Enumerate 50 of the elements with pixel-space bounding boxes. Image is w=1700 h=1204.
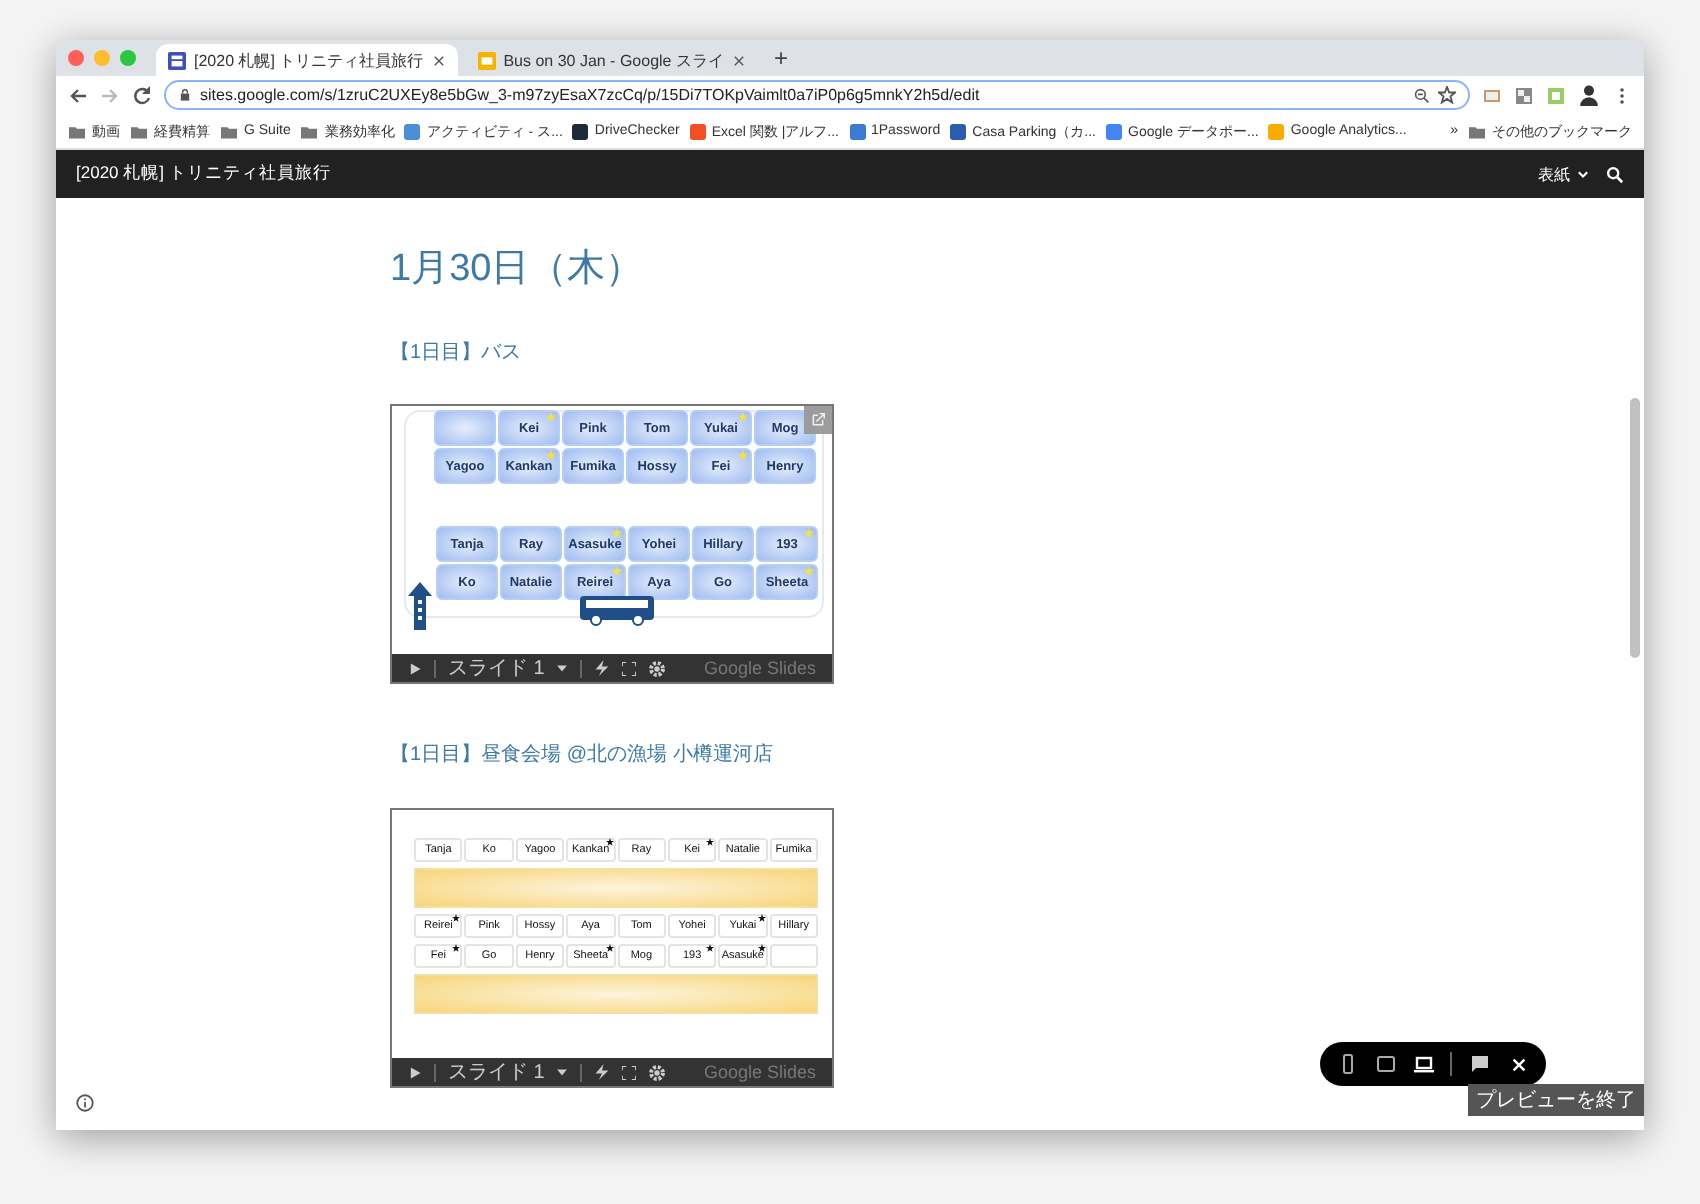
page-title: 1月30日（木） (390, 246, 646, 294)
caret-icon[interactable] (1576, 167, 1590, 181)
address-bar[interactable]: sites.google.com/s/1zruC2UXEy8e5bGw_3-m97zyEsaX7zcCq/p/15Di7TOKpVaimlt0a7iP0p6g5mnkY2h5d/edit (164, 80, 1470, 110)
settings-icon[interactable] (648, 659, 667, 677)
browser-tab[interactable]: [2020 札幌] トリニティ社員旅行 (156, 44, 458, 76)
browser-tab[interactable]: Bus on 30 Jan - Google スライ (465, 44, 758, 76)
tablet-icon[interactable] (1375, 1054, 1396, 1074)
bus-icon (580, 594, 654, 626)
nav-menu[interactable]: 表紙 (1538, 163, 1590, 185)
section-heading: 【1日目】昼食会場 @北の漁場 小樽運河店 (390, 741, 775, 768)
empty-seat (769, 944, 818, 968)
settings-icon[interactable] (648, 1063, 667, 1081)
fullscreen-icon[interactable] (622, 661, 637, 675)
site-icon (168, 51, 186, 69)
play-icon[interactable] (408, 1065, 422, 1079)
folder-icon (220, 123, 238, 139)
bookmark-star-icon[interactable] (1438, 86, 1456, 104)
search-icon[interactable] (1606, 165, 1624, 183)
fullscreen-icon[interactable] (622, 1065, 637, 1079)
section-heading: 【1日目】バス (390, 339, 524, 366)
slide-number[interactable]: スライド 1 (448, 654, 545, 682)
new-tab-button[interactable]: + (765, 44, 796, 72)
caret-icon[interactable] (556, 662, 569, 674)
site-title[interactable]: [2020 札幌] トリニティ社員旅行 (76, 162, 331, 186)
zoom-icon[interactable] (1414, 87, 1430, 103)
back-icon[interactable] (68, 85, 88, 105)
caret-icon[interactable] (556, 1066, 569, 1078)
profile-icon[interactable] (1578, 84, 1600, 106)
scrollbar-thumb[interactable] (1630, 398, 1640, 658)
lightning-icon[interactable] (594, 1064, 611, 1080)
exit-sign-icon (408, 582, 432, 630)
folder-icon (68, 123, 86, 139)
lock-icon (178, 88, 192, 102)
lightning-icon[interactable] (594, 660, 611, 676)
brand-text: Google Slides (703, 1062, 816, 1082)
close-icon[interactable] (431, 53, 446, 67)
info-icon[interactable] (76, 1094, 94, 1112)
folder-icon (1468, 123, 1486, 139)
play-icon[interactable] (408, 661, 422, 675)
speech-bubble-icon[interactable] (1470, 1054, 1491, 1074)
folder-icon (130, 123, 148, 139)
folder-icon (300, 123, 319, 139)
slide-number[interactable]: スライド 1 (448, 1058, 545, 1086)
presentation-icon (477, 51, 496, 69)
brand-text: Google Slides (703, 658, 816, 678)
phone-icon[interactable] (1337, 1054, 1358, 1074)
reload-icon[interactable] (132, 85, 152, 105)
extension-icon[interactable] (1514, 85, 1534, 105)
tooltip: プレビューを終了 (1468, 1084, 1644, 1116)
laptop-icon[interactable] (1413, 1054, 1434, 1074)
